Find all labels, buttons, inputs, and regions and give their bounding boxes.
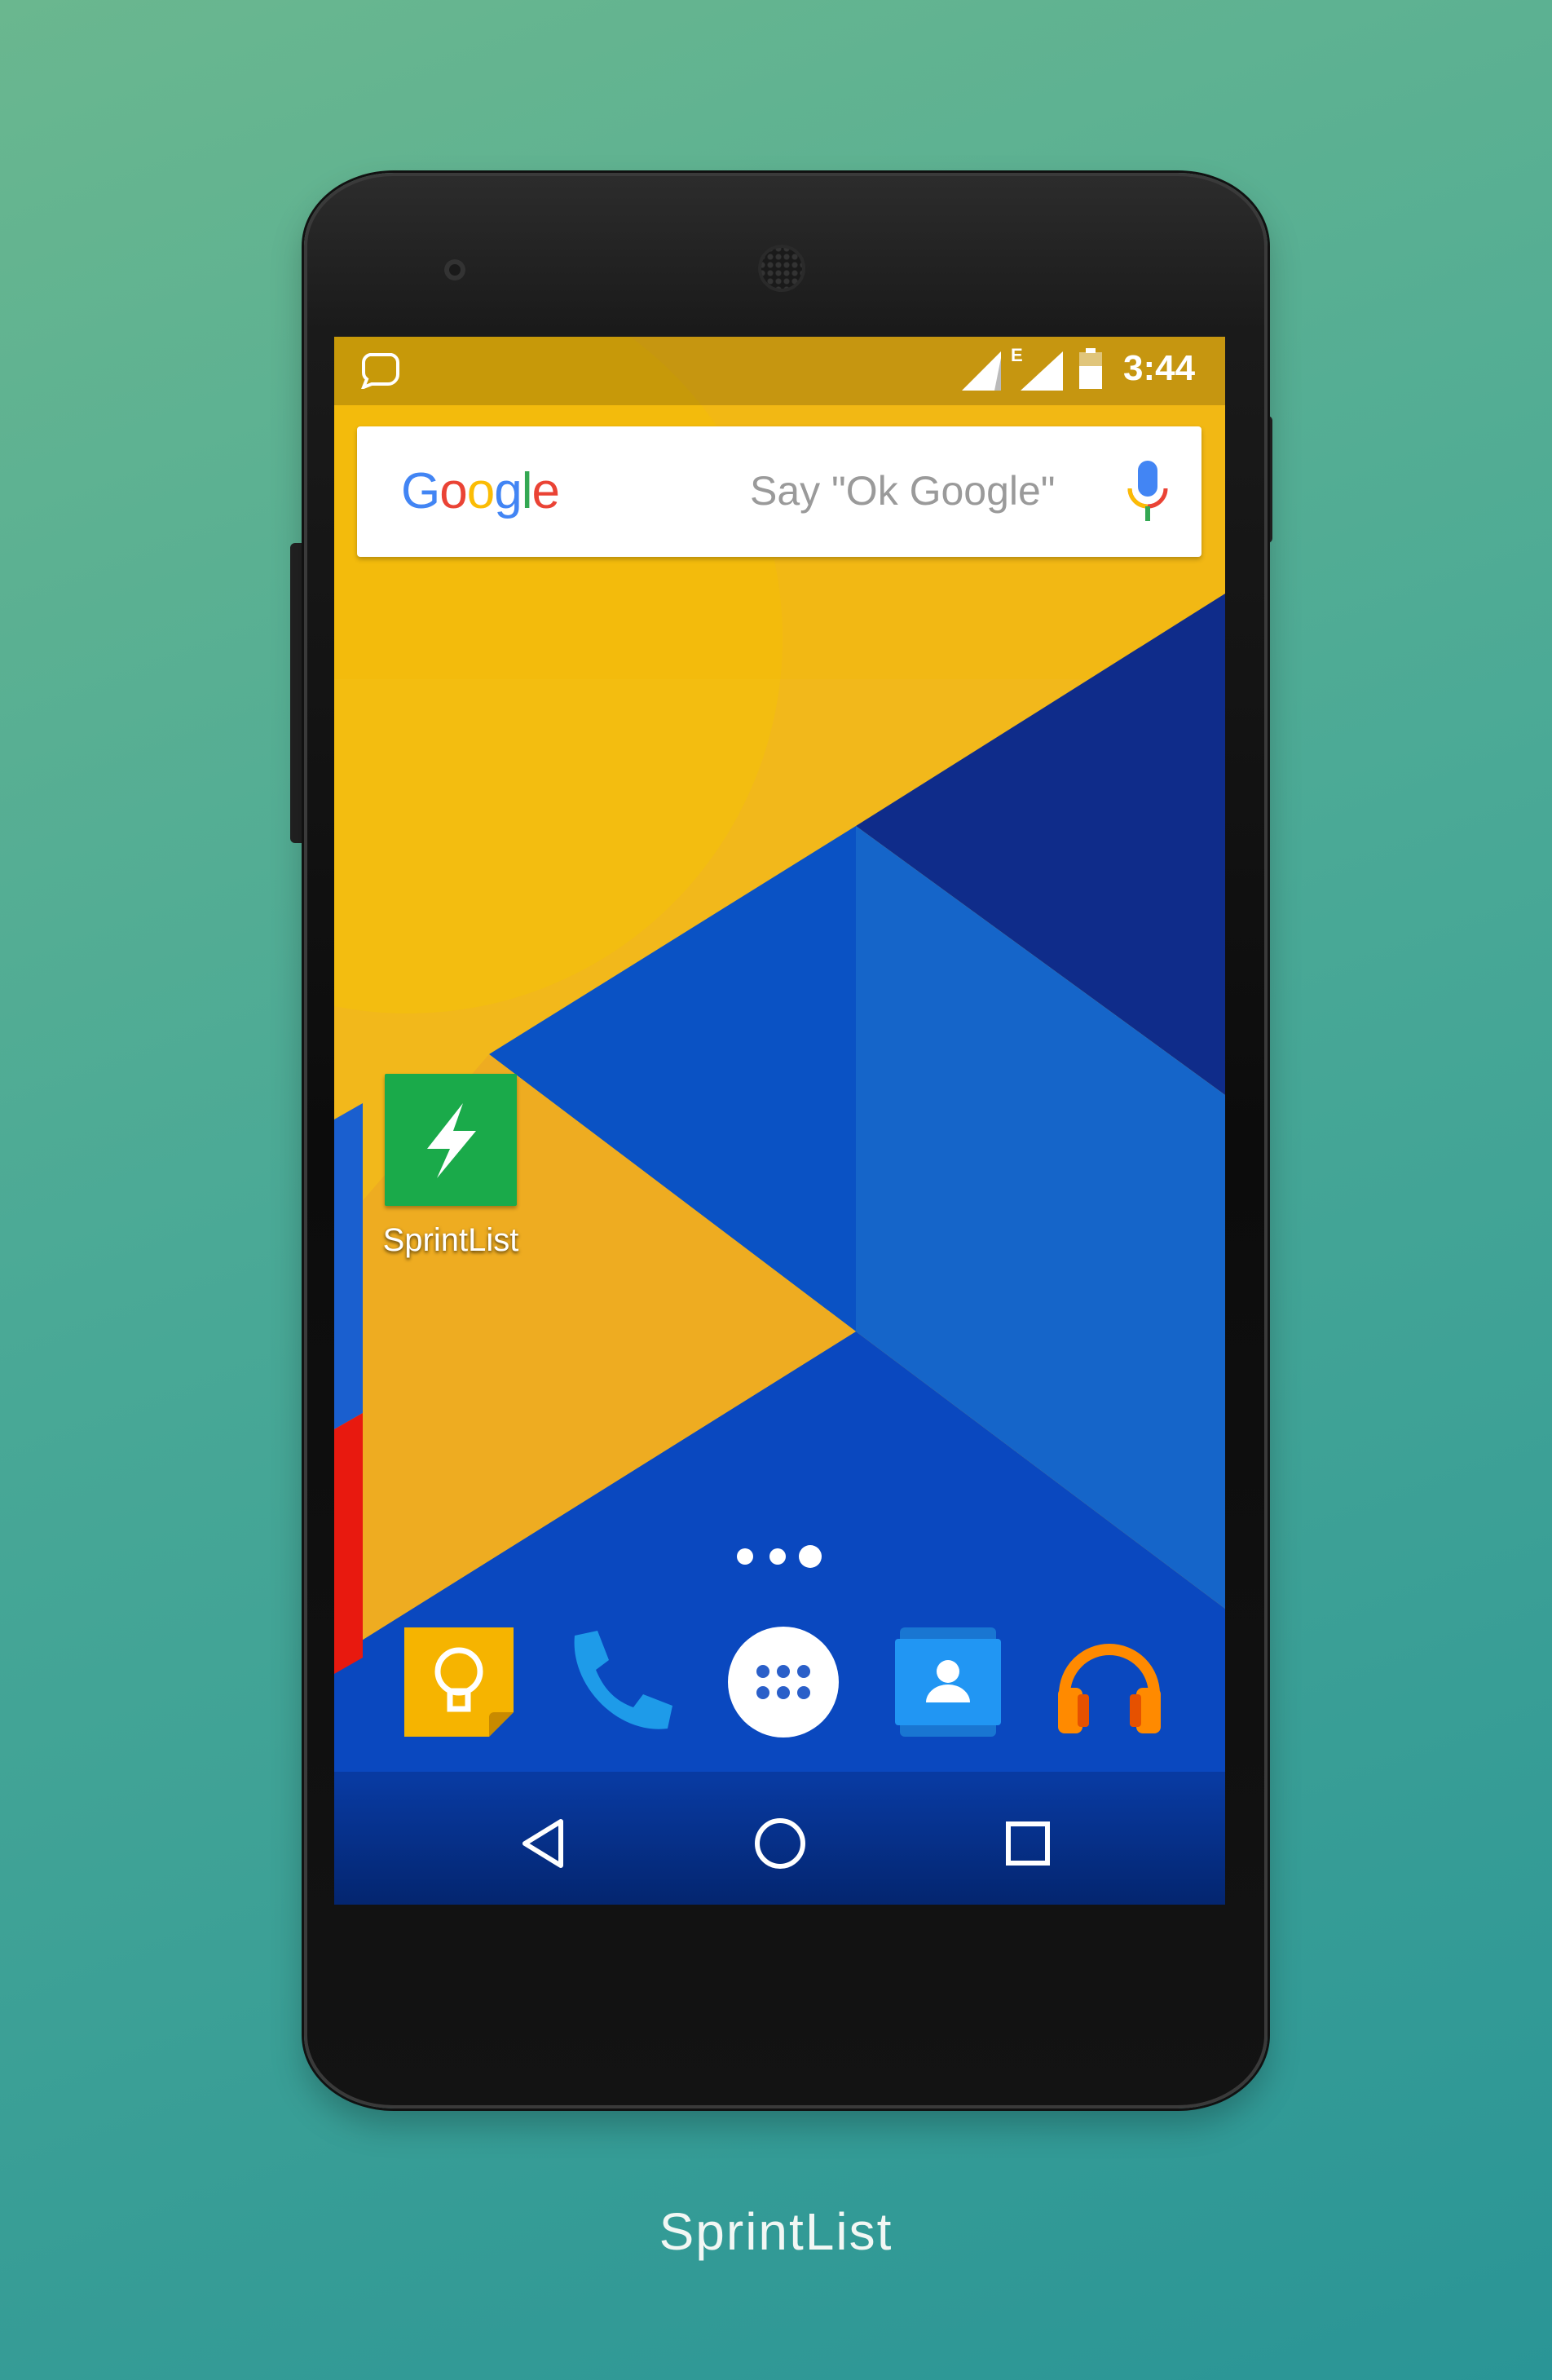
lightbulb-icon[interactable] [398,1621,520,1743]
volume-button [290,543,302,843]
home-icon[interactable] [735,1799,825,1888]
contacts-icon[interactable] [887,1621,1009,1743]
recents-icon[interactable] [983,1799,1073,1888]
signal-e-icon [1021,351,1063,391]
app-label-sprintlist: SprintList [382,1222,519,1258]
search-hint: Say "Ok Google" [750,468,1056,514]
google-logo: Google [401,463,560,519]
app-caption: SprintList [659,2202,893,2261]
back-icon[interactable] [499,1799,589,1888]
page-indicator-dot [769,1548,786,1565]
battery-icon [1079,348,1102,389]
signal-icon [962,351,1001,391]
app-icon-sprintlist[interactable] [385,1074,517,1206]
notification-bubble-icon[interactable] [360,351,401,389]
page-indicator-dot-active [799,1545,822,1568]
home-screen: E 3:44 Google Say "Ok Google" SprintList [334,337,1225,1905]
front-camera [444,259,465,280]
status-clock: 3:44 [1123,348,1196,388]
mic-icon[interactable] [1123,457,1172,526]
network-type: E [1011,345,1023,365]
page-indicator-dot [737,1548,753,1565]
google-search-bar[interactable]: Google Say "Ok Google" [357,426,1201,557]
phone-icon[interactable] [558,1621,681,1743]
earpiece-speaker [758,245,805,292]
app-drawer-icon[interactable] [722,1621,844,1743]
headphones-icon[interactable] [1048,1621,1171,1743]
lightning-bolt-icon [427,1103,476,1178]
